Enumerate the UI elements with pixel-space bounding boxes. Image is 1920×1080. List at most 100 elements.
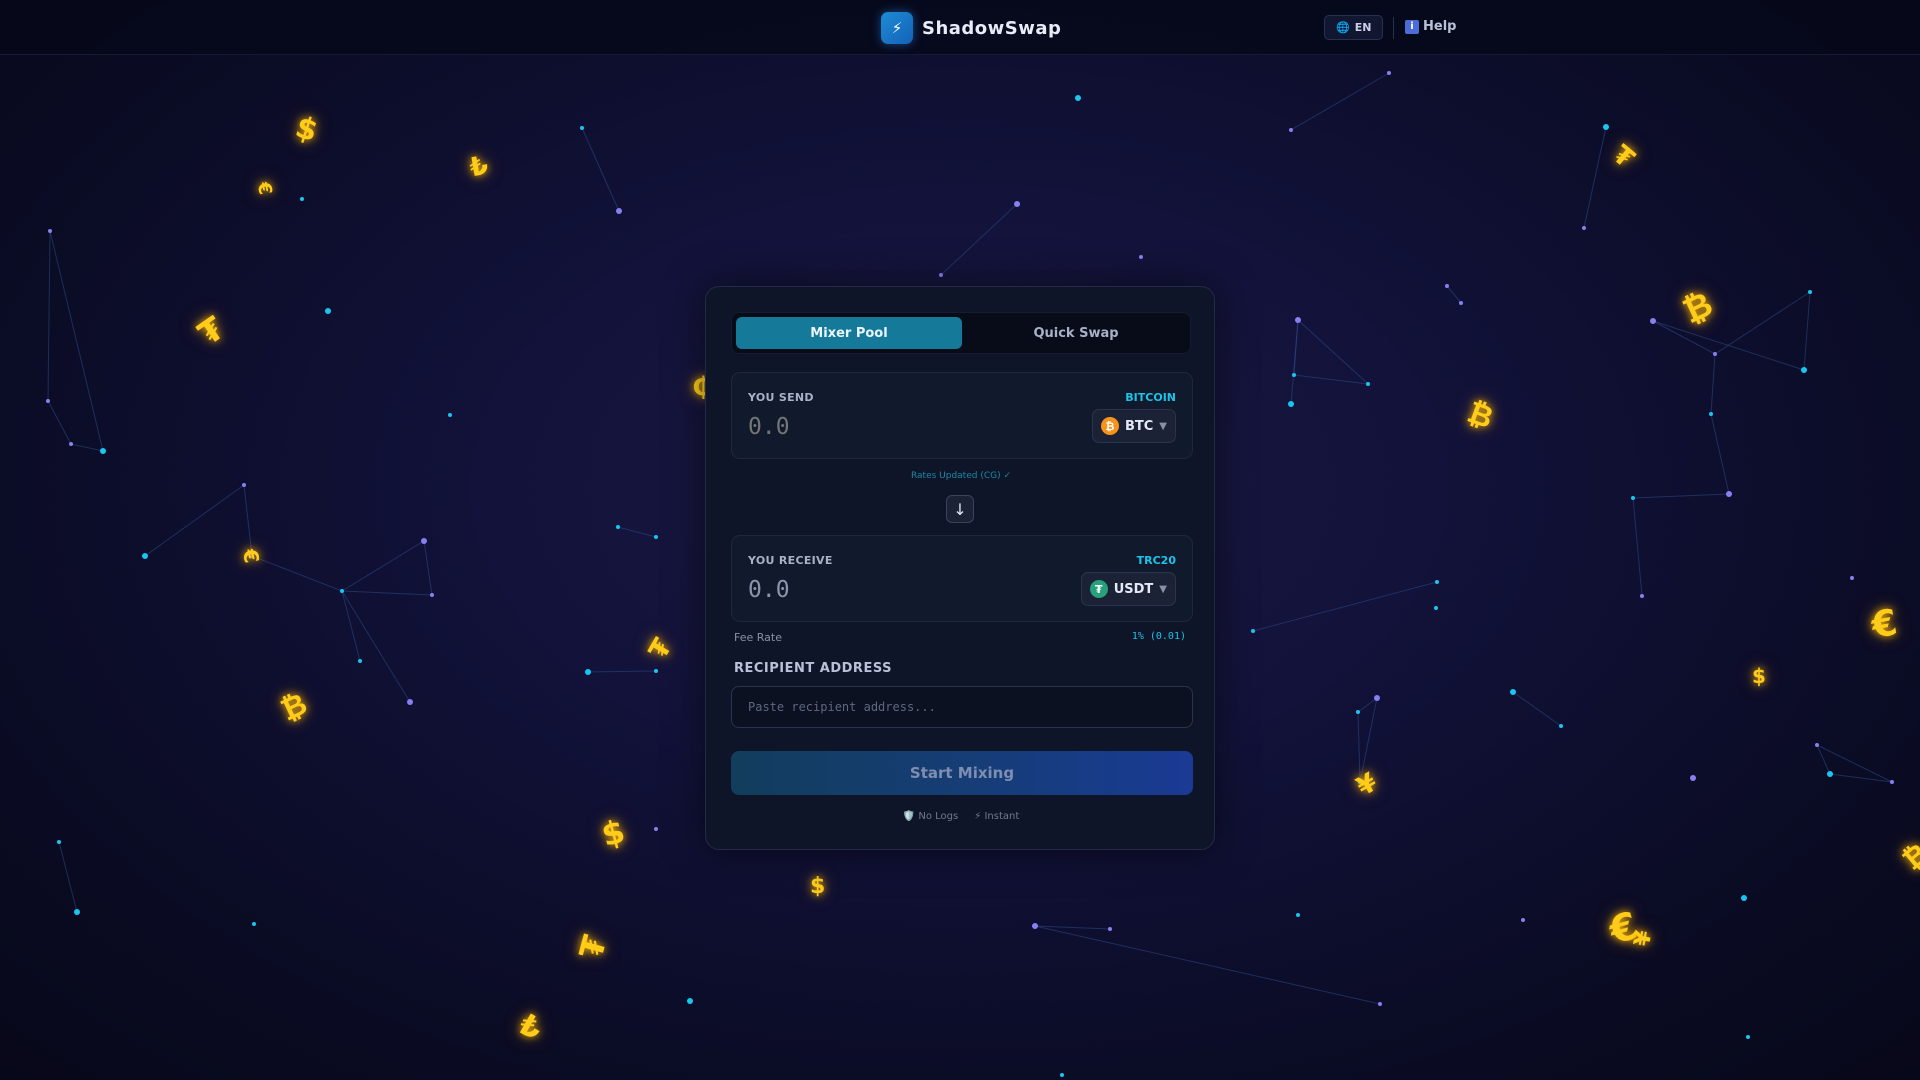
network-node bbox=[74, 909, 80, 915]
network-node bbox=[654, 669, 658, 673]
recipient-address-label: RECIPIENT ADDRESS bbox=[734, 661, 892, 676]
network-edge bbox=[1632, 497, 1643, 597]
network-edge bbox=[1290, 72, 1390, 131]
network-edge bbox=[1710, 413, 1730, 495]
network-node bbox=[1741, 895, 1747, 901]
network-node bbox=[242, 483, 246, 487]
info-icon: i bbox=[1405, 19, 1419, 34]
network-edge bbox=[251, 555, 343, 592]
arrow-down-icon: ↓ bbox=[953, 499, 967, 519]
fee-rate-value: 1% (0.01) bbox=[1131, 631, 1186, 642]
badge-no-logs-label: No Logs bbox=[918, 811, 959, 822]
network-edge bbox=[47, 230, 51, 402]
network-edge bbox=[1252, 581, 1438, 632]
header-divider bbox=[1393, 17, 1394, 39]
network-node bbox=[1016, 202, 1020, 206]
network-node bbox=[1815, 743, 1819, 747]
badge-no-logs: 🛡️ No Logs bbox=[903, 811, 959, 822]
help-label: Help bbox=[1423, 19, 1457, 34]
network-node bbox=[1060, 1073, 1064, 1077]
network-node bbox=[1726, 491, 1732, 497]
network-node bbox=[142, 553, 148, 559]
network-node bbox=[48, 229, 52, 233]
network-edge bbox=[1297, 319, 1369, 385]
swap-direction-button[interactable]: ↓ bbox=[946, 495, 974, 523]
network-node bbox=[325, 308, 331, 314]
network-node bbox=[1288, 401, 1294, 407]
recipient-address-input[interactable] bbox=[731, 686, 1193, 728]
network-node bbox=[1631, 496, 1635, 500]
bitcoin-icon: ₿ bbox=[1100, 417, 1119, 435]
mode-tabs: Mixer Pool Quick Swap bbox=[731, 312, 1191, 354]
feature-badges: 🛡️ No Logs ⚡ Instant bbox=[706, 811, 1216, 822]
network-node bbox=[1387, 71, 1391, 75]
network-node bbox=[57, 840, 61, 844]
network-node bbox=[100, 448, 106, 454]
send-coin-select[interactable]: ₿ BTC ▼ bbox=[1091, 409, 1176, 443]
network-node bbox=[1650, 318, 1656, 324]
network-edge bbox=[1632, 493, 1730, 499]
network-node bbox=[1366, 382, 1370, 386]
help-link[interactable]: i Help bbox=[1405, 19, 1456, 34]
lightning-icon: ⚡ bbox=[974, 811, 982, 822]
network-node bbox=[1582, 226, 1586, 230]
start-mixing-button[interactable]: Start Mixing bbox=[731, 751, 1193, 795]
receive-coin-label: USDT bbox=[1113, 581, 1154, 597]
brand-name: ShadowSwap bbox=[922, 17, 1062, 39]
receive-network: TRC20 bbox=[1136, 554, 1176, 567]
fee-rate-label: Fee Rate bbox=[734, 631, 782, 644]
network-node bbox=[1075, 95, 1081, 101]
network-node bbox=[252, 922, 256, 926]
tab-quick-swap[interactable]: Quick Swap bbox=[963, 317, 1189, 349]
network-node bbox=[1292, 373, 1296, 377]
network-node bbox=[585, 669, 591, 675]
network-node bbox=[340, 589, 344, 593]
network-edge bbox=[1512, 691, 1562, 727]
network-node bbox=[1510, 689, 1516, 695]
network-node bbox=[1296, 913, 1300, 917]
network-node bbox=[1709, 412, 1713, 416]
network-node bbox=[580, 126, 584, 130]
top-header: ⚡ ShadowSwap 🌐 EN i Help bbox=[0, 0, 1920, 55]
receive-panel: YOU RECEIVE TRC20 ₮ USDT ▼ bbox=[731, 535, 1193, 622]
badge-instant-label: Instant bbox=[984, 811, 1020, 822]
network-node bbox=[407, 699, 413, 705]
receive-coin-select[interactable]: ₮ USDT ▼ bbox=[1080, 572, 1176, 606]
network-node bbox=[1603, 124, 1609, 130]
brand[interactable]: ⚡ ShadowSwap bbox=[881, 12, 1061, 44]
network-edge bbox=[70, 443, 104, 452]
language-selector[interactable]: 🌐 EN bbox=[1324, 15, 1384, 40]
language-label: EN bbox=[1354, 21, 1372, 34]
swap-card: Mixer Pool Quick Swap YOU SEND BITCOIN ₿… bbox=[705, 286, 1215, 850]
chevron-down-icon: ▼ bbox=[1159, 583, 1167, 595]
network-node bbox=[616, 208, 622, 214]
dollar-symbol-decoration-4: $ bbox=[1752, 664, 1766, 688]
network-edge bbox=[1816, 744, 1831, 775]
network-edge bbox=[1714, 291, 1811, 355]
network-edge bbox=[1803, 291, 1811, 371]
network-edge bbox=[58, 841, 78, 913]
network-node bbox=[1827, 771, 1833, 777]
network-node bbox=[654, 827, 658, 831]
network-edge bbox=[341, 540, 425, 592]
tab-mixer-pool[interactable]: Mixer Pool bbox=[736, 317, 962, 349]
network-edge bbox=[587, 670, 657, 673]
network-node bbox=[1378, 1002, 1382, 1006]
network-edge bbox=[49, 230, 104, 452]
network-node bbox=[1801, 367, 1807, 373]
network-edge bbox=[1293, 374, 1369, 385]
network-node bbox=[1746, 1035, 1750, 1039]
shield-icon: 🛡️ bbox=[902, 811, 916, 822]
badge-instant: ⚡ Instant bbox=[974, 811, 1019, 822]
network-node bbox=[1445, 284, 1449, 288]
network-edge bbox=[341, 590, 411, 703]
network-edge bbox=[617, 526, 657, 538]
network-node bbox=[1559, 724, 1563, 728]
network-node bbox=[1374, 695, 1380, 701]
network-node bbox=[300, 197, 304, 201]
network-edge bbox=[1829, 773, 1893, 783]
network-node bbox=[1850, 576, 1854, 580]
network-node bbox=[69, 442, 73, 446]
send-amount-input[interactable] bbox=[748, 411, 998, 443]
network-edge bbox=[1290, 319, 1299, 405]
